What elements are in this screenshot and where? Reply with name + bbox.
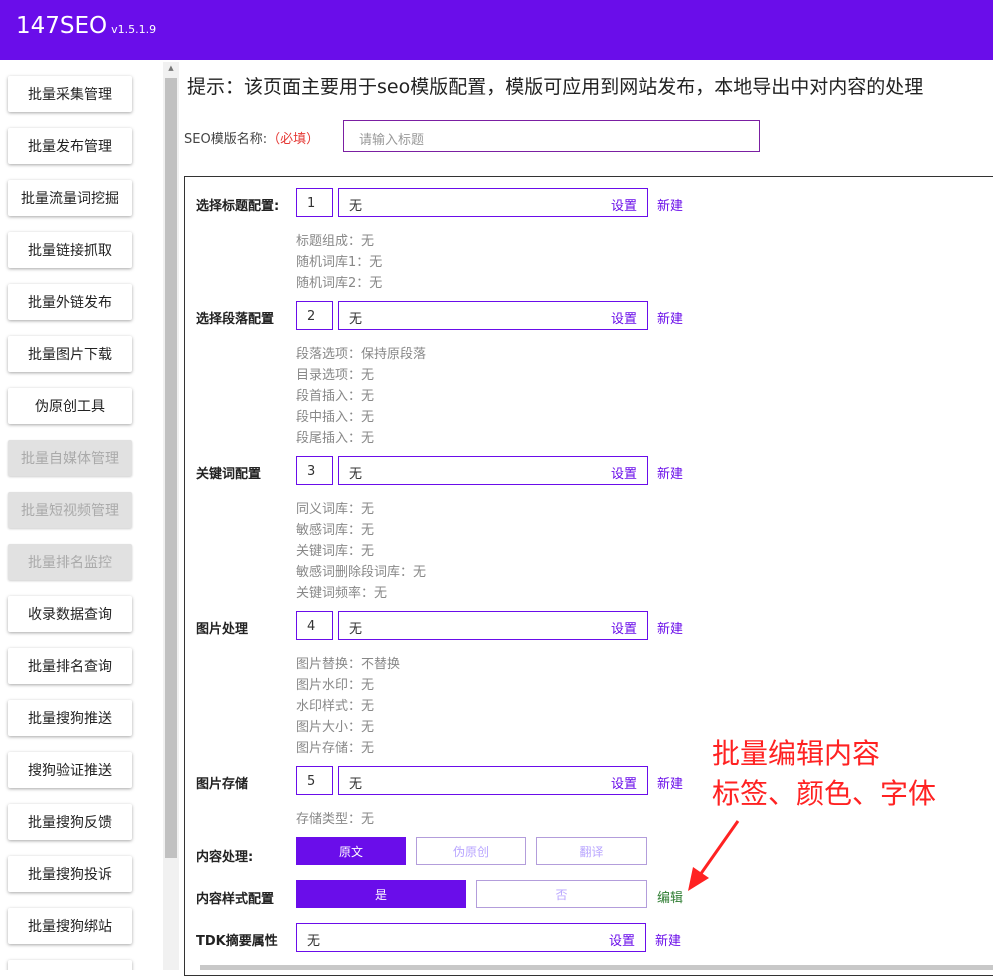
sidebar-item-traffic-words[interactable]: 批量流量词挖掘 bbox=[8, 180, 132, 216]
image-storage-set-link[interactable]: 设置 bbox=[611, 773, 637, 792]
image-process-detail: 水印样式：无 bbox=[296, 699, 375, 714]
tdk-set-link[interactable]: 设置 bbox=[609, 930, 635, 949]
content-style-no-button[interactable]: 否 bbox=[476, 880, 647, 908]
paragraph-config-number[interactable]: 2 bbox=[296, 301, 333, 330]
sidebar-item-image-download[interactable]: 批量图片下载 bbox=[8, 336, 132, 372]
image-storage-number[interactable]: 5 bbox=[296, 766, 333, 795]
annotation-arrow-icon bbox=[688, 820, 740, 891]
image-process-value: 无 bbox=[349, 622, 363, 637]
sidebar-item-partial[interactable] bbox=[8, 960, 132, 970]
image-process-set-link[interactable]: 设置 bbox=[611, 618, 637, 637]
keyword-config-new-link[interactable]: 新建 bbox=[657, 463, 683, 482]
content-process-label: 内容处理: bbox=[196, 850, 254, 865]
paragraph-config-label: 选择段落配置 bbox=[196, 312, 275, 327]
sidebar-item-pseudo-original[interactable]: 伪原创工具 bbox=[8, 388, 132, 424]
image-process-detail: 图片水印：无 bbox=[296, 678, 375, 693]
paragraph-config-set-link[interactable]: 设置 bbox=[611, 308, 637, 327]
title-config-value: 无 bbox=[349, 199, 363, 214]
sidebar-item-sogou-verify-push[interactable]: 搜狗验证推送 bbox=[8, 752, 132, 788]
keyword-config-number[interactable]: 3 bbox=[296, 456, 333, 485]
sidebar-item-batch-publish[interactable]: 批量发布管理 bbox=[8, 128, 132, 164]
image-process-detail: 图片大小：无 bbox=[296, 720, 375, 735]
content-original-button[interactable]: 原文 bbox=[296, 837, 406, 865]
app-title: 147SEO v1.5.1.9 bbox=[16, 13, 156, 39]
title-config-detail: 随机词库2：无 bbox=[296, 276, 383, 291]
sidebar-item-sogou-push[interactable]: 批量搜狗推送 bbox=[8, 700, 132, 736]
image-process-number[interactable]: 4 bbox=[296, 611, 333, 640]
paragraph-config-detail: 段尾插入：无 bbox=[296, 431, 375, 446]
title-config-number[interactable]: 1 bbox=[296, 188, 333, 217]
template-name-label: SEO模版名称:（必填） bbox=[184, 128, 319, 147]
template-name-input[interactable]: 请输入标题 bbox=[343, 120, 760, 152]
sidebar-scrollbar[interactable]: ▲ bbox=[163, 62, 179, 970]
scrollbar-thumb[interactable] bbox=[165, 78, 177, 858]
sidebar-item-sogou-feedback[interactable]: 批量搜狗反馈 bbox=[8, 804, 132, 840]
image-storage-new-link[interactable]: 新建 bbox=[657, 773, 683, 792]
sidebar-item-link-crawl[interactable]: 批量链接抓取 bbox=[8, 232, 132, 268]
paragraph-config-select[interactable]: 无 设置 bbox=[338, 301, 648, 330]
paragraph-config-value: 无 bbox=[349, 312, 363, 327]
required-mark: （必填） bbox=[267, 132, 320, 147]
image-process-new-link[interactable]: 新建 bbox=[657, 618, 683, 637]
title-config-detail: 随机词库1：无 bbox=[296, 255, 383, 270]
annotation-line-2: 标签、颜色、字体 bbox=[712, 777, 937, 810]
keyword-config-detail: 关键词库：无 bbox=[296, 544, 375, 559]
sidebar-item-batch-collect[interactable]: 批量采集管理 bbox=[8, 76, 132, 112]
app-version: v1.5.1.9 bbox=[111, 23, 157, 36]
template-name-label-text: SEO模版名称: bbox=[184, 132, 268, 147]
image-process-detail: 图片替换：不替换 bbox=[296, 657, 401, 672]
paragraph-config-detail: 段中插入：无 bbox=[296, 410, 375, 425]
sidebar-item-rank-query[interactable]: 批量排名查询 bbox=[8, 648, 132, 684]
keyword-config-select[interactable]: 无 设置 bbox=[338, 456, 648, 485]
keyword-config-detail: 敏感词删除段词库：无 bbox=[296, 565, 427, 580]
keyword-config-detail: 同义词库：无 bbox=[296, 502, 375, 517]
app-name: 147SEO bbox=[16, 13, 108, 39]
title-config-detail: 标题组成：无 bbox=[296, 234, 375, 249]
sidebar-item-index-query[interactable]: 收录数据查询 bbox=[8, 596, 132, 632]
image-process-select[interactable]: 无 设置 bbox=[338, 611, 648, 640]
content-style-label: 内容样式配置 bbox=[196, 892, 275, 907]
tdk-label: TDK摘要属性 bbox=[196, 934, 278, 949]
sidebar-item-rank-monitor: 批量排名监控 bbox=[8, 544, 132, 580]
sidebar-item-sogou-bind[interactable]: 批量搜狗绑站 bbox=[8, 908, 132, 944]
image-storage-select[interactable]: 无 设置 bbox=[338, 766, 648, 795]
keyword-config-label: 关键词配置 bbox=[196, 467, 262, 482]
paragraph-config-detail: 段首插入：无 bbox=[296, 389, 375, 404]
tdk-new-link[interactable]: 新建 bbox=[655, 930, 681, 949]
scroll-up-arrow-icon[interactable]: ▲ bbox=[163, 64, 179, 76]
content-style-yes-button[interactable]: 是 bbox=[296, 880, 466, 908]
sidebar-item-self-media: 批量自媒体管理 bbox=[8, 440, 132, 476]
content-pseudo-original-button[interactable]: 伪原创 bbox=[416, 837, 526, 865]
sidebar: 批量采集管理 批量发布管理 批量流量词挖掘 批量链接抓取 批量外链发布 批量图片… bbox=[0, 60, 162, 970]
paragraph-config-detail: 段落选项：保持原段落 bbox=[296, 347, 427, 362]
image-storage-label: 图片存储 bbox=[196, 777, 249, 792]
title-config-new-link[interactable]: 新建 bbox=[657, 195, 683, 214]
keyword-config-detail: 关键词频率：无 bbox=[296, 586, 388, 601]
sidebar-item-external-links[interactable]: 批量外链发布 bbox=[8, 284, 132, 320]
image-process-detail: 图片存储：无 bbox=[296, 741, 375, 756]
image-process-label: 图片处理 bbox=[196, 622, 249, 637]
tdk-select[interactable]: 无 设置 bbox=[296, 923, 646, 952]
title-config-set-link[interactable]: 设置 bbox=[611, 195, 637, 214]
page-notice: 提示：该页面主要用于seo模版配置，模版可应用到网站发布，本地导出中对内容的处理 bbox=[187, 76, 924, 98]
title-config-select[interactable]: 无 设置 bbox=[338, 188, 648, 217]
paragraph-config-detail: 目录选项：无 bbox=[296, 368, 375, 383]
keyword-config-value: 无 bbox=[349, 467, 363, 482]
keyword-config-detail: 敏感词库：无 bbox=[296, 523, 375, 538]
annotation-line-1: 批量编辑内容 bbox=[712, 737, 881, 770]
image-storage-value: 无 bbox=[349, 777, 363, 792]
paragraph-config-new-link[interactable]: 新建 bbox=[657, 308, 683, 327]
sidebar-item-short-video: 批量短视频管理 bbox=[8, 492, 132, 528]
content-translate-button[interactable]: 翻译 bbox=[536, 837, 647, 865]
top-bar: 147SEO v1.5.1.9 bbox=[0, 0, 993, 60]
tdk-value: 无 bbox=[307, 934, 321, 949]
horizontal-scrollbar[interactable] bbox=[200, 965, 993, 970]
image-storage-detail: 存储类型：无 bbox=[296, 812, 375, 827]
sidebar-item-sogou-complaint[interactable]: 批量搜狗投诉 bbox=[8, 856, 132, 892]
title-config-label: 选择标题配置: bbox=[196, 199, 280, 214]
keyword-config-set-link[interactable]: 设置 bbox=[611, 463, 637, 482]
